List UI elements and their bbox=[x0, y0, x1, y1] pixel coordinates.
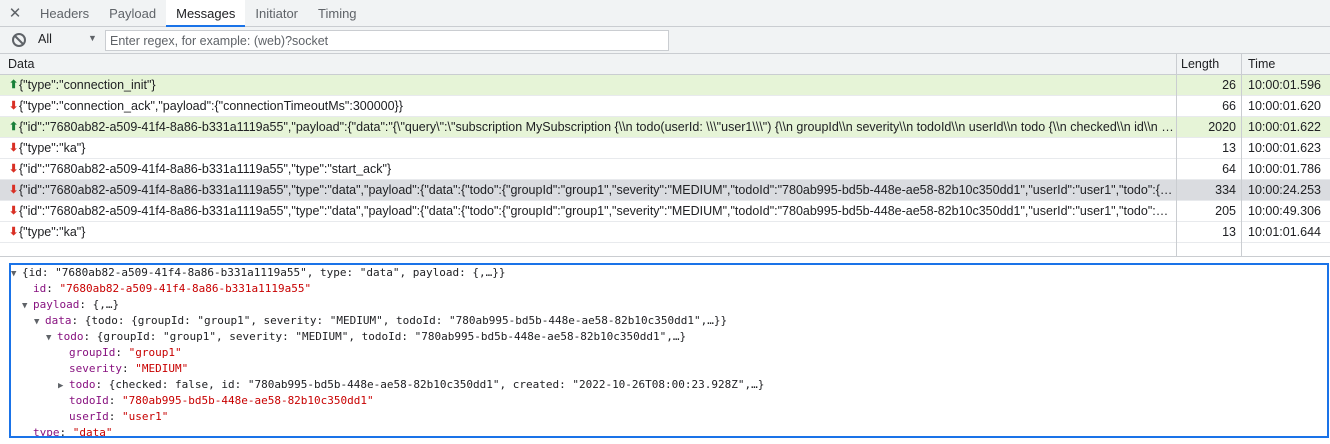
tree-key: type bbox=[33, 426, 60, 438]
tree-key: groupId bbox=[69, 346, 116, 359]
column-header-time[interactable]: Time bbox=[1244, 54, 1275, 75]
column-divider[interactable] bbox=[1241, 54, 1242, 256]
tree-value: "user1" bbox=[122, 410, 169, 423]
message-time: 10:00:01.622 bbox=[1248, 120, 1321, 134]
message-data: {"type":"ka"} bbox=[19, 141, 86, 155]
messages-grid: Data Length Time ⬆ {"type":"connection_i… bbox=[0, 54, 1330, 257]
message-length: 13 bbox=[1222, 225, 1236, 239]
tree-node: id: "7680ab82-a509-41f4-8a86-b331a1119a5… bbox=[33, 282, 312, 295]
tree-key: payload bbox=[33, 298, 80, 311]
tree-value: "7680ab82-a509-41f4-8a86-b331a1119a55" bbox=[59, 282, 312, 295]
arrow-up-icon: ⬆ bbox=[9, 121, 19, 133]
tree-node: todoId: "780ab995-bd5b-448e-ae58-82b10c3… bbox=[69, 394, 374, 407]
filter-regex-input[interactable] bbox=[105, 30, 669, 51]
expanded-triangle-icon[interactable]: ▼ bbox=[22, 298, 33, 314]
tree-value: "780ab995-bd5b-448e-ae58-82b10c350dd1" bbox=[122, 394, 374, 407]
message-length: 2020 bbox=[1208, 120, 1236, 134]
devtools-tabbar: ✕ Headers Payload Messages Initiator Tim… bbox=[0, 0, 1330, 27]
tree-node-inner-todo[interactable]: ▶ todo: {checked: false, id: "780ab995-bd… bbox=[58, 377, 764, 394]
tab-payload[interactable]: Payload bbox=[99, 0, 166, 26]
message-data: {"type":"connection_ack","payload":{"con… bbox=[19, 99, 403, 113]
tree-node: severity: "MEDIUM" bbox=[69, 362, 189, 375]
tree-node: type: "data" bbox=[33, 426, 113, 438]
message-data: {"id":"7680ab82-a509-41f4-8a86-b331a1119… bbox=[19, 120, 1174, 134]
tree-value: "data" bbox=[72, 426, 113, 438]
message-length: 26 bbox=[1222, 78, 1236, 92]
arrow-down-icon: ⬇ bbox=[9, 184, 19, 196]
message-data: {"id":"7680ab82-a509-41f4-8a86-b331a1119… bbox=[19, 183, 1174, 197]
message-time: 10:00:01.596 bbox=[1248, 78, 1321, 92]
message-filter-bar: All ▼ bbox=[0, 27, 1330, 54]
expanded-triangle-icon[interactable]: ▼ bbox=[11, 266, 22, 282]
tree-key: todoId bbox=[69, 394, 109, 407]
tree-key: severity bbox=[69, 362, 122, 375]
tab-initiator[interactable]: Initiator bbox=[245, 0, 308, 26]
message-length: 334 bbox=[1215, 183, 1236, 197]
clear-messages-icon[interactable] bbox=[12, 33, 26, 47]
tree-node-todo[interactable]: ▼ todo: {groupId: "group1", severity: "ME… bbox=[46, 329, 686, 346]
tree-value: "group1" bbox=[128, 346, 182, 359]
tree-value: "MEDIUM" bbox=[135, 362, 189, 375]
message-time: 10:00:24.253 bbox=[1248, 183, 1321, 197]
message-json-viewer: ▼ {id: "7680ab82-a509-41f4-8a86-b331a1119… bbox=[9, 263, 1329, 438]
column-divider[interactable] bbox=[1176, 54, 1177, 256]
arrow-down-icon: ⬇ bbox=[9, 100, 19, 112]
tab-timing[interactable]: Timing bbox=[308, 0, 367, 26]
collapsed-triangle-icon[interactable]: ▶ bbox=[58, 378, 69, 394]
message-row[interactable]: ⬇ {"id":"7680ab82-a509-41f4-8a86-b331a11… bbox=[0, 159, 1330, 180]
message-row[interactable]: ⬇ {"type":"ka"} 13 10:00:01.623 bbox=[0, 138, 1330, 159]
message-type-value: All bbox=[38, 32, 52, 46]
tree-summary: {todo: {groupId: "group1", severity: "ME… bbox=[84, 314, 728, 327]
message-length: 205 bbox=[1215, 204, 1236, 218]
tree-node: groupId: "group1" bbox=[69, 346, 182, 359]
arrow-down-icon: ⬇ bbox=[9, 163, 19, 175]
grid-header: Data Length Time bbox=[0, 54, 1330, 75]
tree-summary: {checked: false, id: "780ab995-bd5b-448e… bbox=[108, 378, 765, 391]
message-row[interactable]: ⬆ {"id":"7680ab82-a509-41f4-8a86-b331a11… bbox=[0, 117, 1330, 138]
expanded-triangle-icon[interactable]: ▼ bbox=[34, 314, 45, 330]
chevron-down-icon: ▼ bbox=[88, 33, 97, 43]
message-data: {"id":"7680ab82-a509-41f4-8a86-b331a1119… bbox=[19, 204, 1174, 218]
message-time: 10:00:49.306 bbox=[1248, 204, 1321, 218]
message-length: 66 bbox=[1222, 99, 1236, 113]
tree-key: id bbox=[33, 282, 47, 295]
message-length: 13 bbox=[1222, 141, 1236, 155]
tree-summary: {id: "7680ab82-a509-41f4-8a86-b331a1119a… bbox=[22, 266, 506, 279]
tree-summary: {,…} bbox=[92, 298, 120, 311]
message-row-selected[interactable]: ⬇ {"id":"7680ab82-a509-41f4-8a86-b331a11… bbox=[0, 180, 1330, 201]
tree-node-payload[interactable]: ▼ payload: {,…} bbox=[22, 297, 119, 314]
message-row[interactable]: ⬇ {"id":"7680ab82-a509-41f4-8a86-b331a11… bbox=[0, 201, 1330, 222]
message-row[interactable]: ⬆ {"type":"connection_init"} 26 10:00:01… bbox=[0, 75, 1330, 96]
message-length: 64 bbox=[1222, 162, 1236, 176]
tree-summary: {groupId: "group1", severity: "MEDIUM", … bbox=[96, 330, 687, 343]
arrow-down-icon: ⬇ bbox=[9, 142, 19, 154]
close-icon[interactable]: ✕ bbox=[0, 0, 30, 26]
column-header-data[interactable]: Data bbox=[4, 54, 34, 75]
message-time: 10:00:01.623 bbox=[1248, 141, 1321, 155]
message-data: {"type":"ka"} bbox=[19, 225, 86, 239]
message-time: 10:01:01.644 bbox=[1248, 225, 1321, 239]
tree-node-data[interactable]: ▼ data: {todo: {groupId: "group1", severi… bbox=[34, 313, 727, 330]
arrow-up-icon: ⬆ bbox=[9, 79, 19, 91]
message-row[interactable]: ⬇ {"type":"ka"} 13 10:01:01.644 bbox=[0, 222, 1330, 243]
tree-key: data bbox=[45, 314, 72, 327]
tab-headers[interactable]: Headers bbox=[30, 0, 99, 26]
message-time: 10:00:01.620 bbox=[1248, 99, 1321, 113]
message-time: 10:00:01.786 bbox=[1248, 162, 1321, 176]
tree-key: todo bbox=[69, 378, 96, 391]
tree-node: userId: "user1" bbox=[69, 410, 169, 423]
tree-root[interactable]: ▼ {id: "7680ab82-a509-41f4-8a86-b331a1119… bbox=[11, 265, 505, 282]
message-row[interactable]: ⬇ {"type":"connection_ack","payload":{"c… bbox=[0, 96, 1330, 117]
message-data: {"id":"7680ab82-a509-41f4-8a86-b331a1119… bbox=[19, 162, 392, 176]
tree-key: todo bbox=[57, 330, 84, 343]
message-type-select[interactable]: All ▼ bbox=[38, 32, 100, 49]
column-header-length[interactable]: Length bbox=[1177, 54, 1219, 75]
message-data: {"type":"connection_init"} bbox=[19, 78, 156, 92]
arrow-down-icon: ⬇ bbox=[9, 226, 19, 238]
tree-key: userId bbox=[69, 410, 109, 423]
expanded-triangle-icon[interactable]: ▼ bbox=[46, 330, 57, 346]
arrow-down-icon: ⬇ bbox=[9, 205, 19, 217]
tab-messages[interactable]: Messages bbox=[166, 0, 246, 27]
